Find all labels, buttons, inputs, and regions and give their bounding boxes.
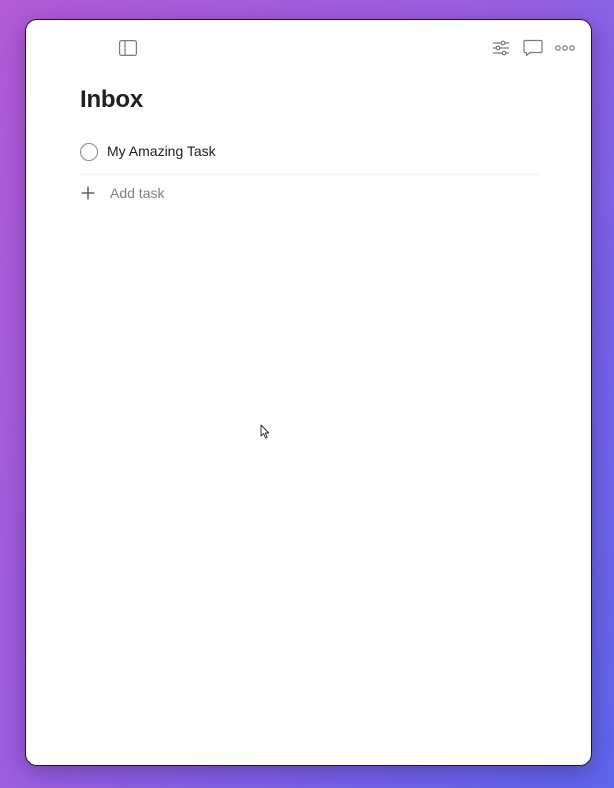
add-task-button[interactable]: Add task bbox=[80, 182, 164, 204]
page-title: Inbox bbox=[80, 86, 143, 113]
add-task-label: Add task bbox=[110, 185, 165, 201]
task-title[interactable]: My Amazing Task bbox=[107, 139, 216, 163]
view-options-button[interactable] bbox=[489, 36, 513, 60]
mouse-pointer-icon bbox=[260, 424, 270, 444]
filter-sliders-icon bbox=[492, 40, 510, 56]
sidebar-toggle-button[interactable] bbox=[116, 36, 140, 60]
plus-icon bbox=[80, 185, 96, 201]
comments-button[interactable] bbox=[521, 36, 545, 60]
task-checkbox[interactable] bbox=[80, 143, 98, 161]
app-window: Inbox My Amazing Task Add task bbox=[25, 19, 592, 766]
more-icon bbox=[555, 45, 575, 51]
more-options-button[interactable] bbox=[553, 36, 577, 60]
sidebar-toggle-icon bbox=[119, 40, 137, 56]
task-item[interactable]: My Amazing Task bbox=[80, 140, 539, 175]
comment-icon bbox=[523, 39, 543, 57]
